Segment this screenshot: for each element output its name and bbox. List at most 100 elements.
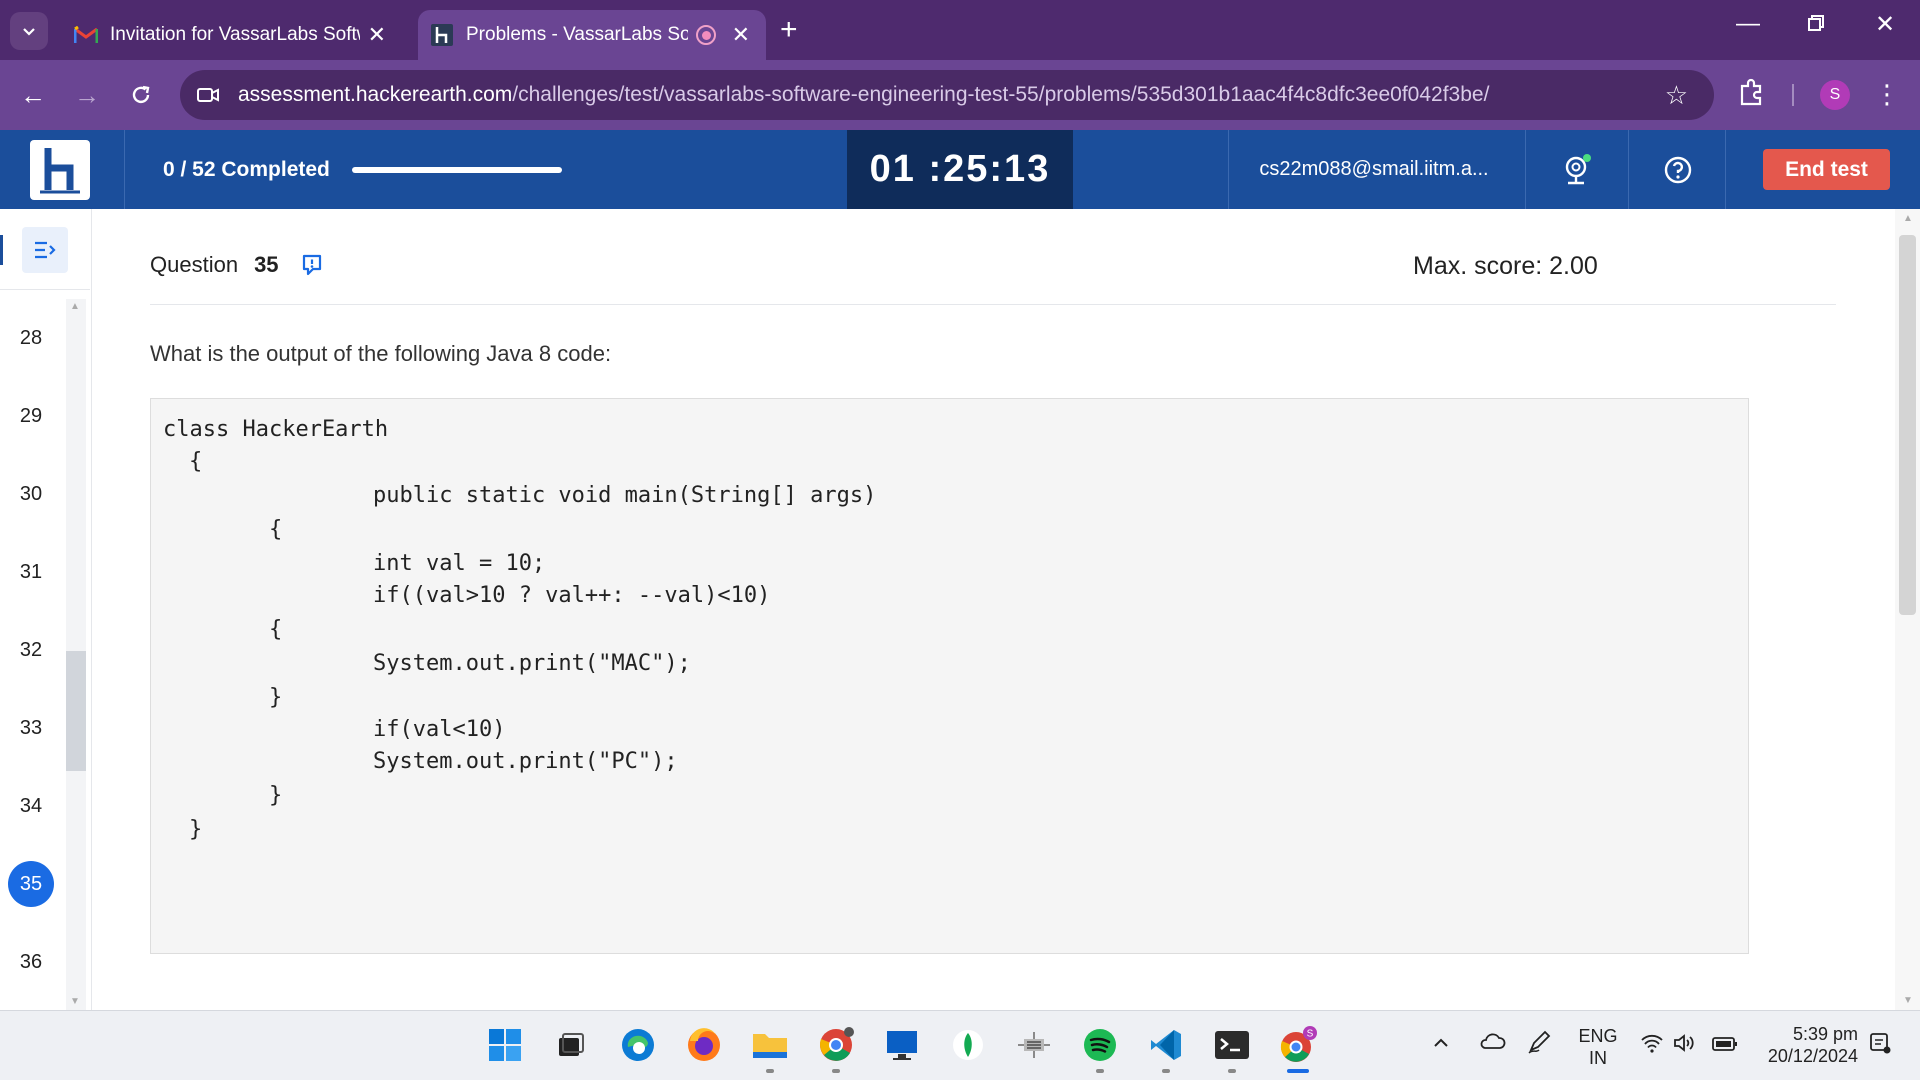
question-nav-item-33[interactable]: 33 xyxy=(8,705,54,751)
close-icon[interactable]: ✕ xyxy=(368,24,386,46)
browser-menu-icon[interactable]: ⋮ xyxy=(1872,76,1902,112)
question-nav-item-28[interactable]: 28 xyxy=(8,315,54,361)
code-line: } xyxy=(189,817,203,842)
wifi-icon[interactable] xyxy=(1640,1033,1664,1058)
task-view-icon[interactable] xyxy=(549,1023,593,1067)
header-divider xyxy=(124,130,125,209)
code-line: { xyxy=(189,449,203,474)
url-host: assessment.hackerearth.com xyxy=(238,83,513,106)
heading-divider xyxy=(150,304,1836,305)
scroll-up-icon[interactable]: ▲ xyxy=(70,301,80,312)
clock[interactable]: 5:39 pm 20/12/2024 xyxy=(1758,1023,1858,1067)
question-nav-item-32[interactable]: 32 xyxy=(8,627,54,673)
running-indicator xyxy=(766,1069,774,1073)
battery-icon[interactable] xyxy=(1712,1035,1738,1057)
sidebar-scrollbar[interactable]: ▲ ▼ xyxy=(66,299,86,1010)
question-number: 35 xyxy=(254,252,279,277)
window-close-icon[interactable]: ✕ xyxy=(1865,10,1905,39)
tab-gmail[interactable]: Invitation for VassarLabs Softwa ✕ xyxy=(62,10,402,60)
back-icon[interactable]: ← xyxy=(16,78,50,112)
code-line: { xyxy=(269,517,283,542)
network-icon[interactable] xyxy=(1012,1023,1056,1067)
code-line: if((val>10 ? val++: --val)<10) xyxy=(373,583,771,608)
hackerearth-logo[interactable] xyxy=(30,140,90,200)
svg-text:S: S xyxy=(1307,1029,1314,1040)
code-block: class HackerEarth { public static void m… xyxy=(150,398,1749,954)
progress-text: 0 / 52 Completed xyxy=(163,158,330,181)
language-indicator[interactable]: ENG IN xyxy=(1574,1025,1622,1069)
report-issue-icon[interactable] xyxy=(301,253,323,277)
scroll-up-icon[interactable]: ▲ xyxy=(1903,213,1913,224)
test-header: 0 / 52 Completed 01 :25:13 cs22m088@smai… xyxy=(0,130,1920,209)
edge-icon[interactable] xyxy=(616,1023,660,1067)
url-path: /challenges/test/vassarlabs-software-eng… xyxy=(512,83,1490,106)
main-scroll-thumb[interactable] xyxy=(1899,235,1916,615)
forward-icon[interactable]: → xyxy=(70,78,104,112)
remote-desktop-icon[interactable] xyxy=(880,1023,924,1067)
webcam-icon[interactable] xyxy=(1559,152,1595,188)
new-tab-button[interactable]: + xyxy=(780,14,798,46)
question-nav-item-36[interactable]: 36 xyxy=(8,939,54,985)
close-icon[interactable]: ✕ xyxy=(732,24,750,46)
scroll-down-icon[interactable]: ▼ xyxy=(1903,995,1913,1006)
question-heading: Question 35 xyxy=(150,252,323,278)
minimize-icon[interactable]: — xyxy=(1728,10,1768,38)
max-score: Max. score: 2.00 xyxy=(1413,252,1598,280)
spotify-icon[interactable] xyxy=(1078,1023,1122,1067)
tab-title: Problems - VassarLabs Softw xyxy=(466,24,688,45)
code-line: class HackerEarth xyxy=(163,417,389,442)
language-code: ENG xyxy=(1578,1026,1618,1046)
question-nav-item-34[interactable]: 34 xyxy=(8,783,54,829)
firefox-icon[interactable] xyxy=(682,1023,726,1067)
end-test-button[interactable]: End test xyxy=(1763,149,1890,190)
terminal-icon[interactable] xyxy=(1210,1023,1254,1067)
restore-icon[interactable] xyxy=(1796,10,1836,39)
code-line: } xyxy=(269,783,283,808)
extensions-icon[interactable] xyxy=(1736,78,1770,112)
windows-taskbar: S ENG IN 5:39 pm 20/12/2024 xyxy=(0,1010,1920,1080)
recording-icon xyxy=(696,25,716,45)
sidebar-toggle-button[interactable] xyxy=(22,227,68,273)
help-icon[interactable] xyxy=(1660,152,1696,188)
header-divider xyxy=(1525,130,1526,209)
reload-icon[interactable] xyxy=(124,78,158,112)
language-region: IN xyxy=(1589,1048,1607,1068)
scroll-down-icon[interactable]: ▼ xyxy=(70,996,80,1007)
show-hidden-icons-icon[interactable] xyxy=(1432,1033,1450,1055)
notification-icon[interactable] xyxy=(1868,1031,1892,1060)
windows-start-icon[interactable] xyxy=(483,1023,527,1067)
onedrive-icon[interactable] xyxy=(1478,1031,1506,1056)
question-sidebar: 28 29 30 31 32 33 34 35 36 ▲ ▼ xyxy=(0,209,92,1010)
chevron-down-icon xyxy=(23,28,35,36)
tab-search-button[interactable] xyxy=(10,12,48,50)
question-nav-item-30[interactable]: 30 xyxy=(8,471,54,517)
file-explorer-icon[interactable] xyxy=(748,1023,792,1067)
running-indicator-active xyxy=(1287,1069,1309,1073)
question-nav-item-31[interactable]: 31 xyxy=(8,549,54,595)
pen-icon[interactable] xyxy=(1526,1029,1552,1060)
main-scrollbar[interactable]: ▲ ▼ xyxy=(1895,209,1920,1010)
tab-hackerearth[interactable]: Problems - VassarLabs Softw ✕ xyxy=(418,10,766,60)
profile-avatar[interactable]: S xyxy=(1820,80,1850,110)
question-prompt: What is the output of the following Java… xyxy=(150,341,612,366)
question-nav-item-35[interactable]: 35 xyxy=(8,861,54,907)
chrome-profile-icon[interactable]: S xyxy=(1276,1023,1320,1067)
code-line: System.out.print("PC"); xyxy=(373,749,678,774)
code-line: if(val<10) xyxy=(373,717,506,742)
running-indicator xyxy=(832,1069,840,1073)
site-info-icon[interactable] xyxy=(196,83,220,107)
volume-icon[interactable] xyxy=(1672,1033,1696,1058)
user-email[interactable]: cs22m088@smail.iitm.a... xyxy=(1229,158,1519,181)
sidebar-scroll-thumb[interactable] xyxy=(66,651,86,771)
question-label: Question xyxy=(150,252,239,277)
address-bar[interactable]: assessment.hackerearth.com/challenges/te… xyxy=(180,70,1714,120)
clock-date: 20/12/2024 xyxy=(1767,1046,1858,1066)
chrome-icon[interactable] xyxy=(814,1023,858,1067)
vscode-icon[interactable] xyxy=(1144,1023,1188,1067)
bookmark-star-icon[interactable]: ☆ xyxy=(1665,80,1688,111)
mongodb-icon[interactable] xyxy=(946,1023,990,1067)
browser-toolbar: ← → assessment.hackerearth.com/challenge… xyxy=(0,60,1920,130)
question-nav-item-29[interactable]: 29 xyxy=(8,393,54,439)
countdown-timer: 01 :25:13 xyxy=(847,130,1073,209)
clock-time: 5:39 pm xyxy=(1792,1024,1858,1044)
